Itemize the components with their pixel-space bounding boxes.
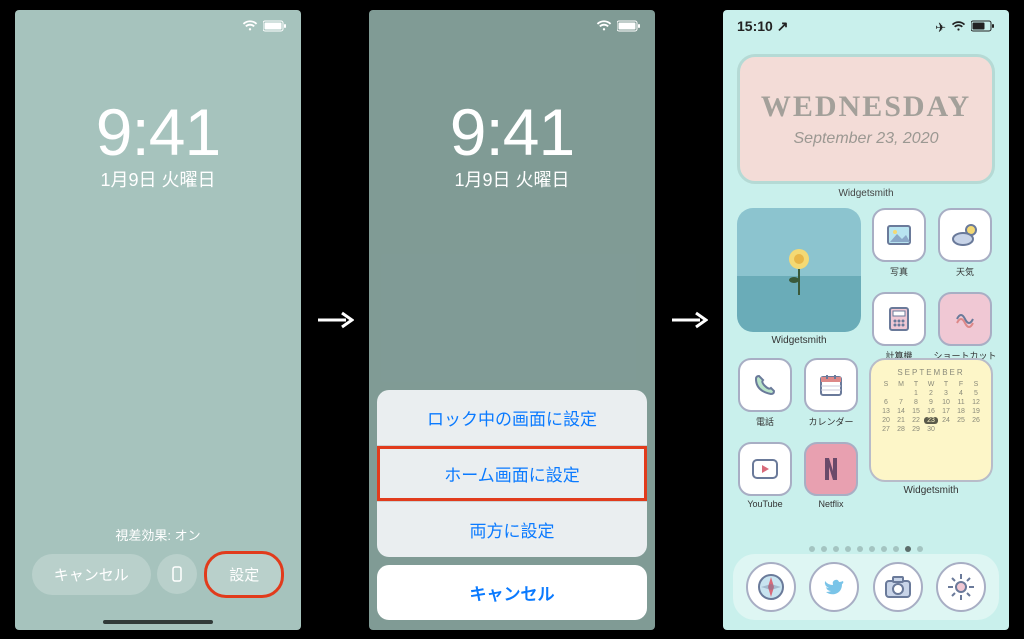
widget-date-text: September 23, 2020 (794, 130, 939, 148)
set-lock-screen-option[interactable]: ロック中の画面に設定 (377, 390, 647, 446)
date-widget[interactable]: WEDNESDAY September 23, 2020 (737, 54, 995, 184)
phone-app-icon[interactable] (738, 358, 792, 412)
action-sheet-options: ロック中の画面に設定 ホーム画面に設定 両方に設定 (377, 390, 647, 557)
status-time: 15:10 ↗ (737, 18, 788, 35)
arrow-icon (670, 310, 708, 330)
page-dots[interactable] (723, 546, 1009, 552)
twitter-icon[interactable] (809, 562, 859, 612)
photos-app-icon[interactable] (872, 208, 926, 262)
camera-icon[interactable] (873, 562, 923, 612)
wifi-icon (596, 20, 612, 35)
flower-icon (779, 245, 819, 295)
phone-rect-icon (168, 565, 186, 583)
weather-app-icon[interactable] (938, 208, 992, 262)
calculator-app-icon[interactable] (872, 292, 926, 346)
lock-date: 1月9日 火曜日 (15, 166, 301, 192)
calendar-grid: SMTWTFS 12345 6789101112 13141516171819 … (879, 381, 983, 433)
dock (733, 554, 999, 620)
calendar-app-icon[interactable] (804, 358, 858, 412)
status-bar (369, 18, 655, 38)
widget-label: Widgetsmith (869, 485, 993, 496)
phone-screen-set-options: 9:41 1月9日 火曜日 ロック中の画面に設定 ホーム画面に設定 両方に設定 … (369, 10, 655, 630)
wallpaper-button-row: キャンセル 設定 (15, 551, 301, 598)
battery-icon (971, 20, 995, 35)
lock-clock: 9:41 1月9日 火曜日 (15, 94, 301, 192)
netflix-app-icon[interactable] (804, 442, 858, 496)
perspective-toggle-button[interactable] (157, 554, 197, 594)
battery-icon (617, 20, 641, 35)
shortcuts-app-icon[interactable] (938, 292, 992, 346)
battery-icon (263, 20, 287, 35)
wifi-icon (951, 20, 966, 35)
set-button[interactable]: 設定 (204, 551, 284, 598)
calendar-widget[interactable]: SEPTEMBER SMTWTFS 12345 6789101112 13141… (869, 358, 993, 482)
action-sheet-cancel[interactable]: キャンセル (377, 565, 647, 620)
settings-icon[interactable] (936, 562, 986, 612)
home-indicator (103, 620, 213, 624)
widget-weekday: WEDNESDAY (761, 90, 971, 124)
photo-widget[interactable] (737, 208, 861, 332)
safari-icon[interactable] (746, 562, 796, 612)
home-row-2: 電話 カレンダー YouTube Netflix SEPTEMBER SMTWT… (737, 358, 995, 509)
set-both-option[interactable]: 両方に設定 (377, 502, 647, 557)
cancel-button[interactable]: キャンセル (32, 554, 151, 595)
lock-date: 1月9日 火曜日 (369, 166, 655, 192)
lock-clock: 9:41 1月9日 火曜日 (369, 94, 655, 192)
airplane-icon: ✈ (935, 20, 946, 36)
home-row-1: Widgetsmith 写真 天気 計算機 ショートカット (737, 208, 995, 362)
phone-screen-wallpaper-preview: 9:41 1月9日 火曜日 視差効果: オン キャンセル 設定 (15, 10, 301, 630)
wifi-icon (242, 20, 258, 35)
lock-time: 9:41 (15, 94, 301, 170)
lock-time: 9:41 (369, 94, 655, 170)
set-home-screen-option[interactable]: ホーム画面に設定 (377, 446, 647, 502)
status-bar (15, 18, 301, 38)
youtube-app-icon[interactable] (738, 442, 792, 496)
parallax-label: 視差効果: オン (15, 525, 301, 544)
arrow-icon (316, 310, 354, 330)
widget-label: Widgetsmith (737, 335, 861, 346)
calendar-month: SEPTEMBER (879, 368, 983, 377)
phone-screen-home: 15:10 ↗ ✈ WEDNESDAY September 23, 2020 W… (723, 10, 1009, 630)
action-sheet: ロック中の画面に設定 ホーム画面に設定 両方に設定 キャンセル (377, 390, 647, 620)
widget-label: Widgetsmith (723, 188, 1009, 199)
status-bar: 15:10 ↗ ✈ (723, 18, 1009, 38)
